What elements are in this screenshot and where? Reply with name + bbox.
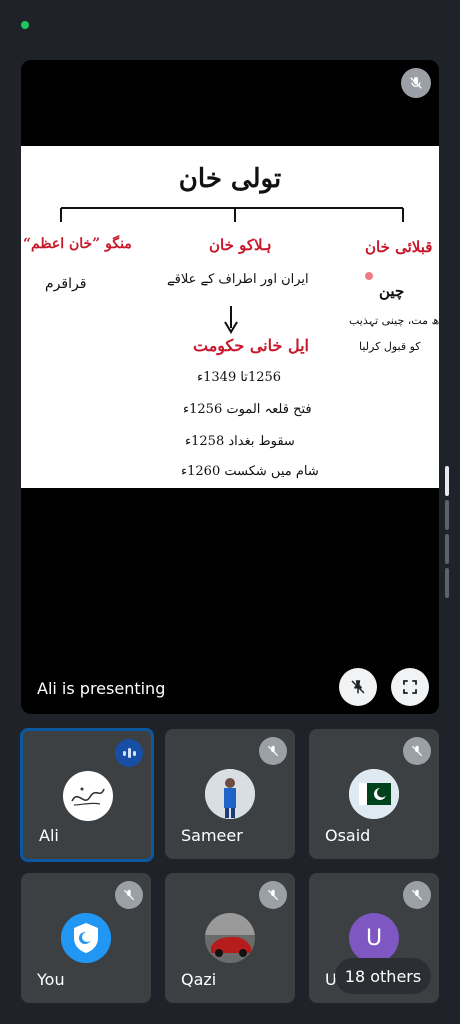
participant-name: Ali [39,826,59,845]
presenting-label: Ali is presenting [37,679,166,698]
participant-tile-qazi[interactable]: Qazi [165,873,295,1003]
right-line-1: بدھ مت، چینی تہذیب [349,314,439,327]
pin-off-icon [351,680,365,694]
center-point: 1256تا 1349ء [197,370,282,385]
left-sub: قراقرم [45,276,87,292]
fullscreen-button[interactable] [391,668,429,706]
right-line-2: کو قبول کرلیا [359,340,421,353]
participant-name: Qazi [181,970,217,989]
participant-name: Osaid [325,826,371,845]
left-heading: منگو ”خان اعظم“ [23,236,132,252]
participant-tile-you[interactable]: You [21,873,151,1003]
center-point: سقوط بغداد 1258ء [185,434,295,449]
presentation-stage[interactable]: تولی خان منگو ”خان اعظم“ قراقرم ہلاکو خا… [21,60,439,714]
right-heading: قبلائی خان [365,238,433,256]
participant-tile-osaid[interactable]: Osaid [309,729,439,859]
avatar [349,769,399,819]
center-heading: ہلاکو خان [209,236,272,254]
audio-level-icon [115,739,143,767]
unpin-button[interactable] [339,668,377,706]
center-point: شام میں شکست 1260ء [181,464,319,479]
avatar: U [349,913,399,963]
mic-off-icon [115,881,143,909]
mic-off-icon [401,68,431,98]
shared-slide: تولی خان منگو ”خان اعظم“ قراقرم ہلاکو خا… [21,146,439,488]
avatar [61,913,111,963]
mic-off-icon [259,737,287,765]
scrollbar-segment [445,568,449,598]
right-sub: چین [379,282,405,300]
avatar [63,771,113,821]
avatar [205,769,255,819]
participant-name: Sameer [181,826,243,845]
mic-off-icon [403,881,431,909]
scrollbar-segment [445,500,449,530]
participant-tile-sameer[interactable]: Sameer [165,729,295,859]
mic-off-icon [403,737,431,765]
avatar [205,913,255,963]
center-point: فتح قلعہ الموت 1256ء [183,402,312,417]
others-count-chip[interactable]: 18 others [335,958,431,994]
center-sub: ایران اور اطراف کے علاقے [167,272,309,287]
status-indicator [21,21,29,29]
scrollbar-thumb[interactable] [445,466,449,496]
fullscreen-icon [403,680,417,694]
mic-off-icon [259,881,287,909]
participant-name: You [37,970,65,989]
scrollbar-segment [445,534,449,564]
center-result: ایل خانی حکومت [193,336,309,355]
participant-tile-ali[interactable]: Ali [20,728,154,862]
